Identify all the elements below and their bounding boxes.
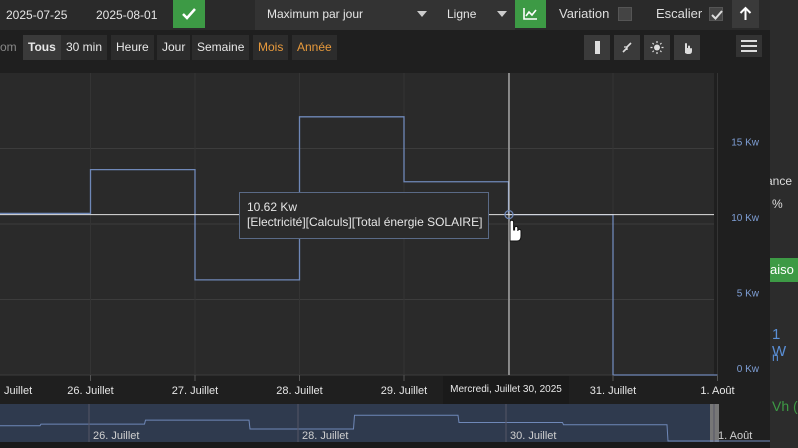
tooltip: 10.62 Kw [Electricité][Calculs][Total én… [239, 192, 489, 239]
x-tick-label: 29. Juillet [381, 385, 427, 397]
y-axis-labels: 0 Kw 5 Kw 10 Kw 15 Kw [731, 138, 760, 376]
x-axis-labels: Juillet 26. Juillet 27. Juillet 28. Juillet… [4, 375, 735, 397]
side-panel: ance % aiso 1 W n Vh (9 [770, 0, 798, 448]
side-text-2: % [772, 197, 783, 211]
x-tick-label: Juillet [4, 385, 32, 397]
x-tick-label: 26. Juillet [67, 385, 113, 397]
side-text-1: ance [770, 174, 793, 188]
y-tick-label: 15 Kw [731, 138, 760, 149]
x-crosshair-label: Mercredi, Juillet 30, 2025 [443, 376, 569, 404]
tooltip-value: 10.62 Kw [247, 200, 298, 214]
side-button[interactable]: aiso [770, 258, 798, 282]
navigator-label: 1. Août [718, 430, 752, 442]
x-tick-label: 28. Juillet [276, 385, 322, 397]
y-tick-label: 5 Kw [737, 289, 760, 300]
x-tick-label: 1. Août [700, 385, 734, 397]
x-tick-label: 31. Juillet [590, 385, 636, 397]
navigator-label: 30. Juillet [510, 430, 556, 442]
side-text-5: Vh (9 [772, 398, 798, 414]
navigator-scrollbar [0, 442, 798, 448]
x-tick-label: 27. Juillet [172, 385, 218, 397]
tooltip-series: [Electricité][Calculs][Total énergie SOL… [247, 215, 483, 229]
side-text-4: n [772, 350, 779, 364]
y-tick-label: 10 Kw [731, 213, 760, 224]
navigator-label: 28. Juillet [302, 430, 348, 442]
side-button-label: aiso [770, 262, 794, 277]
navigator-label: 26. Juillet [93, 430, 139, 442]
y-tick-label: 0 Kw [737, 364, 760, 375]
